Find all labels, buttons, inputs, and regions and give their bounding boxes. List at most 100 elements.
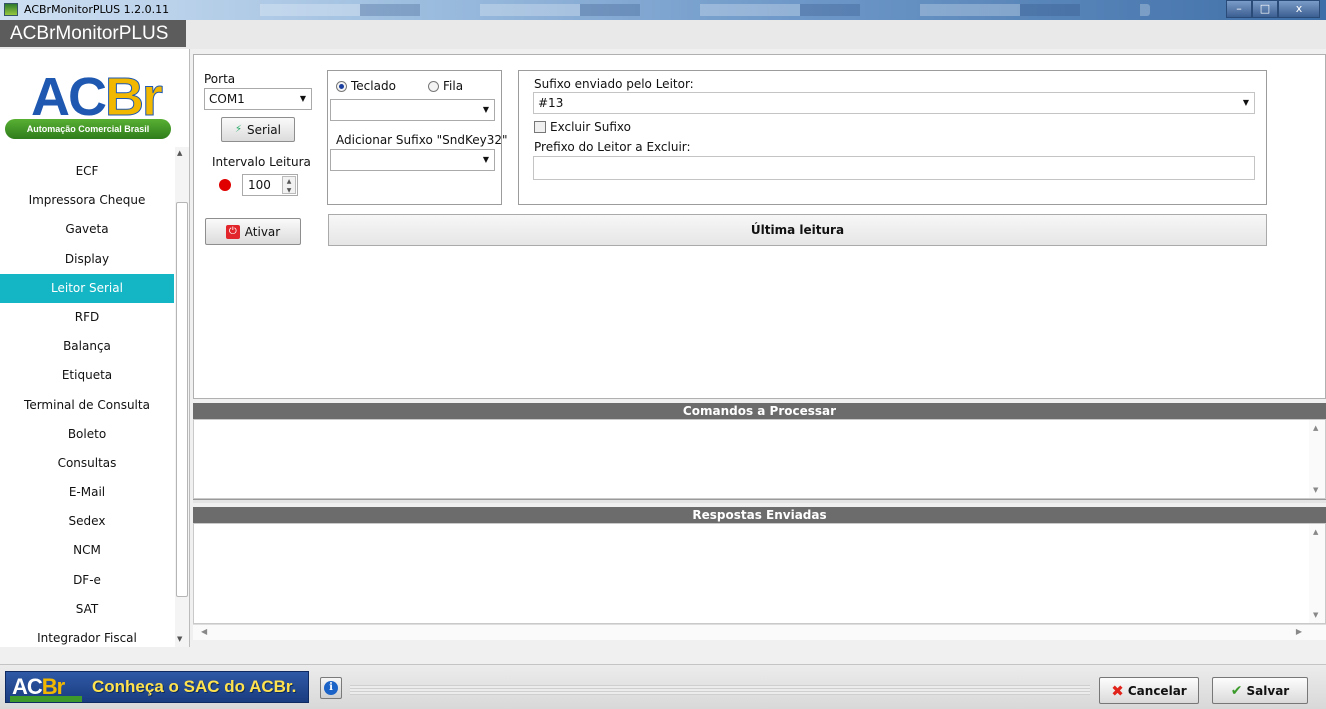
sidebar-item-integrador-fiscal[interactable]: Integrador Fiscal (0, 624, 174, 647)
porta-value: COM1 (209, 92, 245, 106)
scroll-right-icon[interactable]: ▶ (1296, 627, 1302, 636)
window-controls: – □ x (1226, 0, 1320, 18)
prefixo-label: Prefixo do Leitor a Excluir: (534, 140, 691, 154)
banner-text: Conheça o SAC do ACBr. (92, 677, 297, 696)
window-title: ACBrMonitorPLUS 1.2.0.11 (24, 3, 170, 16)
ativar-button-label: Ativar (244, 224, 281, 239)
scroll-up-icon[interactable]: ▲ (1313, 528, 1318, 536)
comandos-textarea[interactable]: ▲ ▼ (193, 419, 1326, 499)
sidebar-item-balanca[interactable]: Balança (0, 332, 174, 361)
salvar-button-label: Salvar (1246, 683, 1290, 698)
sidebar-item-sedex[interactable]: Sedex (0, 507, 174, 536)
minimize-button[interactable]: – (1226, 0, 1252, 18)
footer-grip (350, 685, 1090, 695)
intervalo-label: Intervalo Leitura (212, 155, 311, 169)
sufixo-leitor-label: Sufixo enviado pelo Leitor: (534, 77, 694, 91)
respostas-textarea[interactable]: ▲ ▼ (193, 523, 1326, 624)
cancelar-button-label: Cancelar (1127, 683, 1187, 698)
chevron-down-icon: ▼ (1242, 98, 1249, 107)
porta-label: Porta (204, 72, 236, 86)
logo-tagline: Automação Comercial Brasil (5, 119, 171, 139)
radio-teclado-indicator (336, 80, 347, 92)
respostas-header: Respostas Enviadas (193, 507, 1326, 523)
excluir-sufixo-label: Excluir Sufixo (550, 120, 631, 134)
footer-bar: ACBr Conheça o SAC do ACBr. i ✖ Cancelar… (0, 664, 1326, 709)
sufixo-group: Sufixo enviado pelo Leitor: #13 ▼ Exclui… (518, 70, 1267, 205)
comandos-scrollbar[interactable]: ▲ ▼ (1309, 420, 1325, 498)
intervalo-value: 100 (248, 178, 271, 192)
info-icon: i (324, 681, 338, 695)
sidebar-item-sat[interactable]: SAT (0, 595, 174, 624)
sidebar-item-boleto[interactable]: Boleto (0, 420, 174, 449)
app-icon (4, 3, 18, 16)
maximize-button[interactable]: □ (1252, 0, 1278, 18)
sidebar: ACBr Automação Comercial Brasil ECF Impr… (0, 49, 190, 647)
excluir-sufixo-box (534, 121, 546, 133)
checkmark-icon: ✔ (1230, 682, 1243, 699)
app-header: ACBrMonitorPLUS (0, 20, 1326, 49)
taskbar-tabs (200, 4, 1150, 16)
close-button[interactable]: x (1278, 0, 1320, 18)
sufixo-leitor-value: #13 (538, 96, 564, 110)
scroll-down-icon[interactable]: ▼ (1313, 611, 1318, 619)
sidebar-item-gaveta[interactable]: Gaveta (0, 215, 174, 244)
acbr-logo: ACBr Automação Comercial Brasil (5, 67, 171, 141)
sidebar-nav: ECF Impressora Cheque Gaveta Display Lei… (0, 157, 174, 647)
radio-fila-indicator (428, 80, 439, 92)
panel-splitter[interactable] (193, 499, 1326, 503)
comandos-header: Comandos a Processar (193, 403, 1326, 419)
logo-letters-ac: AC (31, 67, 107, 127)
window-titlebar: ACBrMonitorPLUS 1.2.0.11 – □ x (0, 0, 1326, 20)
scroll-up-icon[interactable]: ▲ (1313, 424, 1318, 432)
chevron-down-icon: ▼ (299, 94, 306, 103)
logo-letters: ACBr (31, 67, 164, 128)
sidebar-item-ncm[interactable]: NCM (0, 536, 174, 565)
scroll-down-icon[interactable]: ▼ (177, 635, 182, 643)
ultima-leitura-display: Última leitura (328, 214, 1267, 246)
scroll-down-icon[interactable]: ▼ (1313, 486, 1318, 494)
sidebar-item-rfd[interactable]: RFD (0, 303, 174, 332)
logo-letters-br: Br (104, 67, 163, 128)
sufixo-sndkey-select[interactable]: ▼ (330, 149, 495, 171)
cancel-x-icon: ✖ (1111, 681, 1124, 700)
sidebar-scroll-thumb[interactable] (176, 202, 188, 597)
radio-fila[interactable]: Fila (428, 79, 463, 93)
sidebar-item-etiqueta[interactable]: Etiqueta (0, 361, 174, 390)
sidebar-item-leitor-serial[interactable]: Leitor Serial (0, 273, 174, 303)
sidebar-item-ecf[interactable]: ECF (0, 157, 174, 186)
porta-select[interactable]: COM1 ▼ (204, 88, 312, 110)
intervalo-spinner[interactable]: 100 ▲ ▼ (242, 174, 298, 196)
sufixo-leitor-select[interactable]: #13 ▼ (533, 92, 1255, 114)
sufixo-sndkey-label: Adicionar Sufixo "SndKey32" (336, 133, 508, 147)
scroll-up-icon[interactable]: ▲ (177, 149, 182, 157)
excluir-sufixo-checkbox[interactable]: Excluir Sufixo (534, 120, 631, 134)
radio-teclado-label: Teclado (351, 79, 396, 93)
modo-group: Teclado Fila ▼ Adicionar Sufixo "SndKey3… (327, 70, 508, 205)
sidebar-item-consultas[interactable]: Consultas (0, 449, 174, 478)
sidebar-item-display[interactable]: Display (0, 245, 174, 274)
info-button[interactable]: i (320, 677, 342, 699)
chevron-down-icon: ▼ (482, 105, 489, 114)
ativar-button[interactable]: ⏻ Ativar (205, 218, 301, 245)
sidebar-item-dfe[interactable]: DF-e (0, 566, 174, 595)
sidebar-item-impressora-cheque[interactable]: Impressora Cheque (0, 186, 174, 215)
leitor-serial-panel: Porta COM1 ▼ ⚡ Serial Intervalo Leitura … (193, 54, 1326, 399)
respostas-scrollbar[interactable]: ▲ ▼ (1309, 524, 1325, 623)
sac-banner[interactable]: ACBr Conheça o SAC do ACBr. (5, 671, 309, 703)
sidebar-scrollbar[interactable]: ▲ ▼ (175, 147, 189, 647)
radio-teclado[interactable]: Teclado (336, 79, 396, 93)
prefixo-input[interactable] (533, 156, 1255, 180)
serial-button-label: Serial (247, 122, 281, 137)
horizontal-scrollbar[interactable]: ◀ ▶ (193, 624, 1326, 640)
salvar-button[interactable]: ✔ Salvar (1212, 677, 1308, 704)
modo-select[interactable]: ▼ (330, 99, 495, 121)
scroll-left-icon[interactable]: ◀ (201, 627, 207, 636)
radio-fila-label: Fila (443, 79, 464, 93)
serial-button[interactable]: ⚡ Serial (221, 117, 295, 142)
sidebar-item-terminal-consulta[interactable]: Terminal de Consulta (0, 391, 174, 420)
spinner-arrows-icon[interactable]: ▲ ▼ (282, 176, 296, 194)
sidebar-item-email[interactable]: E-Mail (0, 478, 174, 507)
cancelar-button[interactable]: ✖ Cancelar (1099, 677, 1199, 704)
status-led-icon (219, 179, 231, 191)
app-name: ACBrMonitorPLUS (0, 20, 186, 47)
